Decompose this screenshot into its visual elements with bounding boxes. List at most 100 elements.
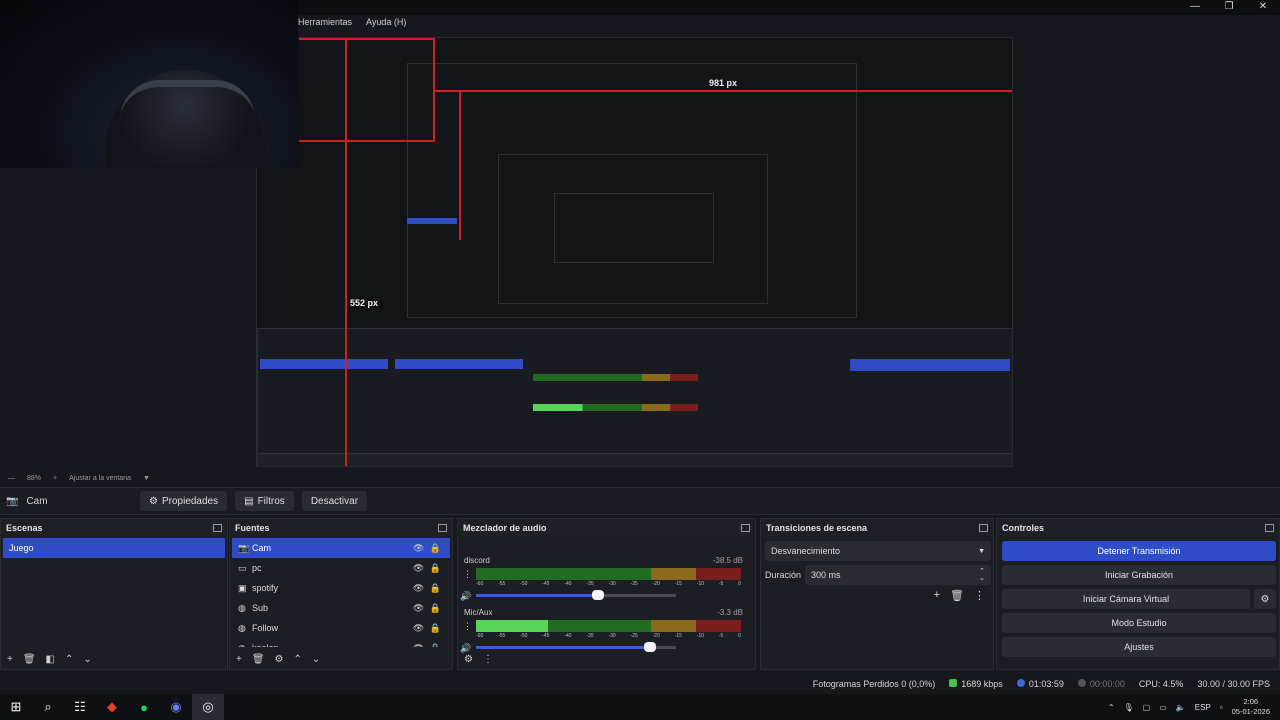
gear-icon[interactable]: ⚙ xyxy=(1254,589,1276,609)
search-icon[interactable]: ⌕ xyxy=(32,694,64,720)
undock-icon[interactable] xyxy=(741,523,750,532)
undock-icon[interactable] xyxy=(213,523,222,532)
eye-icon[interactable]: 👁 xyxy=(410,563,427,574)
clock[interactable]: 2:06 05-01-2026 xyxy=(1232,697,1270,717)
eye-icon[interactable]: 👁 xyxy=(410,583,427,594)
lock-icon[interactable]: 🔒 xyxy=(427,583,444,594)
trash-icon[interactable]: 🗑 xyxy=(950,589,964,602)
rec-time: 00:00:00 xyxy=(1089,678,1125,689)
trash-icon[interactable]: 🗑 xyxy=(252,654,265,665)
eye-icon[interactable]: 👁 xyxy=(410,543,427,554)
meter-tick: -20 xyxy=(652,633,660,639)
add-icon[interactable]: + xyxy=(7,654,13,665)
start-virtual-cam-button[interactable]: Iniciar Cámara Virtual xyxy=(1002,589,1250,609)
undock-icon[interactable] xyxy=(1265,523,1274,532)
spotify-icon[interactable]: ● xyxy=(128,694,160,720)
language-indicator[interactable]: ESP xyxy=(1195,703,1211,712)
eye-icon[interactable]: 👁 xyxy=(410,643,427,648)
menu-herramientas[interactable]: Herramientas xyxy=(298,17,352,31)
speaker-icon[interactable]: 🔊 xyxy=(460,591,471,602)
chevron-up-icon[interactable]: ⌃ xyxy=(294,654,302,665)
add-icon[interactable]: + xyxy=(934,589,940,602)
source-item[interactable]: ◍ Sub 👁 🔒 xyxy=(232,598,450,618)
tray-icon[interactable]: ▫ xyxy=(1220,703,1223,712)
preview-canvas[interactable]: 981 px 552 px xyxy=(256,37,1013,467)
scene-item[interactable]: Juego xyxy=(3,538,225,558)
scene-filter-icon[interactable]: ◧ xyxy=(46,654,55,665)
duration-value: 300 ms xyxy=(811,570,841,580)
properties-button[interactable]: ⚙ Propiedades xyxy=(140,491,228,511)
zoom-level[interactable]: 88% xyxy=(27,475,41,482)
sources-list: 📷 Cam 👁 🔒 ▭ pc 👁 🔒 ▣ spotify 👁 🔒 ◍ Sub 👁 🔒 ◍ Follow 👁 🔒… xyxy=(230,536,452,647)
trash-icon[interactable]: 🗑 xyxy=(23,654,36,665)
channel-name: discord xyxy=(464,556,490,565)
kebab-menu-icon[interactable]: ⋮ xyxy=(974,589,985,602)
meter-tick: -10 xyxy=(696,581,705,587)
filters-button[interactable]: ▤ Filtros xyxy=(235,491,294,511)
network-icon[interactable]: ▭ xyxy=(1159,703,1167,712)
advanced-audio-icon[interactable]: ⚙ xyxy=(464,654,473,665)
transition-select[interactable]: Desvanecimiento ▼ xyxy=(765,541,991,561)
lock-icon[interactable]: 🔒 xyxy=(427,603,444,614)
chevron-up-icon[interactable]: ⌃ xyxy=(65,654,73,665)
spin-arrows-icon[interactable]: ⌃ ⌄ xyxy=(979,568,985,582)
add-icon[interactable]: + xyxy=(236,654,242,665)
lock-icon[interactable]: 🔒 xyxy=(427,643,444,648)
eye-icon[interactable]: 👁 xyxy=(410,623,427,634)
lock-icon[interactable]: 🔒 xyxy=(427,623,444,634)
scenes-list: Juego xyxy=(1,536,227,560)
settings-button[interactable]: Ajustes xyxy=(1002,637,1276,657)
undock-icon[interactable] xyxy=(438,523,447,532)
eye-icon[interactable]: 👁 xyxy=(410,603,427,614)
volume-icon[interactable]: 🔈 xyxy=(1176,703,1186,712)
lock-icon[interactable]: 🔒 xyxy=(427,563,444,574)
taskbar: ⊞ ⌕ ☷ ◆ ● ◉ ◎ ⌃ 🎙 ▢ ▭ 🔈 ESP ▫ 2:06 05-01… xyxy=(0,694,1280,720)
close-button[interactable]: ✕ xyxy=(1246,0,1280,14)
sources-title: Fuentes xyxy=(235,522,270,533)
slider-rest xyxy=(598,594,676,597)
fit-window-label[interactable]: Ajustar a la ventana xyxy=(69,475,131,482)
scenes-header: Escenas xyxy=(1,519,227,536)
globe-icon: ◍ xyxy=(238,622,246,633)
undock-icon[interactable] xyxy=(979,523,988,532)
task-view-icon[interactable]: ☷ xyxy=(64,694,96,720)
minimize-button[interactable]: — xyxy=(1178,0,1212,14)
gear-icon[interactable]: ⚙ xyxy=(275,654,284,665)
obs-icon[interactable]: ◎ xyxy=(192,694,224,720)
meter-tick: -15 xyxy=(674,581,682,587)
source-item[interactable]: ◍ Follow 👁 🔒 xyxy=(232,618,450,638)
source-item[interactable]: ▭ pc 👁 🔒 xyxy=(232,558,450,578)
windows-start-icon[interactable]: ⊞ xyxy=(0,694,32,720)
source-toolbar: 📷 Cam ⚙ Propiedades ▤ Filtros Desactivar xyxy=(0,487,1280,515)
chevron-down-icon[interactable]: ▼ xyxy=(143,475,150,482)
brave-browser-icon[interactable]: ◆ xyxy=(96,694,128,720)
kebab-menu-icon[interactable]: ⋮ xyxy=(463,621,472,632)
source-item[interactable]: ◍kaelen👁🔒 xyxy=(232,638,450,648)
notification-icon[interactable]: ▢ xyxy=(1143,703,1151,712)
deactivate-button[interactable]: Desactivar xyxy=(301,491,368,511)
source-item[interactable]: 📷 Cam 👁 🔒 xyxy=(232,538,450,558)
chevron-down-icon[interactable]: ⌄ xyxy=(312,654,320,665)
duration-input[interactable]: 300 ms ⌃ ⌄ xyxy=(805,565,991,585)
chevron-down-icon[interactable]: ⌄ xyxy=(83,654,91,665)
maximize-button[interactable]: ❐ xyxy=(1212,0,1246,14)
studio-mode-button[interactable]: Modo Estudio xyxy=(1002,613,1276,633)
menu-ayuda[interactable]: Ayuda (H) xyxy=(366,17,406,31)
volume-slider[interactable] xyxy=(476,590,676,600)
mixer-toolbar: ⚙ ⋮ xyxy=(458,649,755,669)
headphones xyxy=(120,80,255,120)
meter-ticks: -60 -55 -50 -45 -40 -35 -30 -25 -20 -15 -10 -5 0 xyxy=(476,581,741,587)
kebab-menu-icon[interactable]: ⋮ xyxy=(463,569,472,580)
discord-icon[interactable]: ◉ xyxy=(160,694,192,720)
stop-stream-button[interactable]: Detener Transmisión xyxy=(1002,541,1276,561)
microphone-icon[interactable]: 🎙 xyxy=(1124,703,1134,712)
source-item[interactable]: ▣ spotify 👁 🔒 xyxy=(232,578,450,598)
window-controls: — ❐ ✕ xyxy=(1178,0,1280,14)
start-recording-button[interactable]: Iniciar Grabación xyxy=(1002,565,1276,585)
zoom-plus[interactable]: + xyxy=(53,475,57,482)
kebab-menu-icon[interactable]: ⋮ xyxy=(483,654,493,665)
lock-icon[interactable]: 🔒 xyxy=(427,543,444,554)
nested-obs-capture-3 xyxy=(498,154,768,304)
slider-knob[interactable] xyxy=(592,590,604,600)
chevron-up-icon[interactable]: ⌃ xyxy=(1108,703,1115,712)
